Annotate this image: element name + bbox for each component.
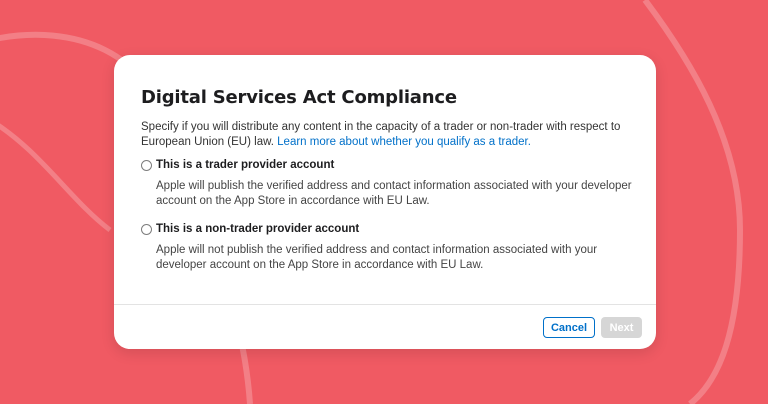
dialog-title: Digital Services Act Compliance xyxy=(141,87,457,108)
footer-divider xyxy=(114,304,656,305)
non-trader-option-description: Apple will not publish the verified addr… xyxy=(156,244,598,271)
dsa-compliance-dialog: Digital Services Act Compliance Specify … xyxy=(114,55,656,349)
trader-option-description: Apple will publish the verified address … xyxy=(156,180,632,207)
non-trader-radio-button[interactable] xyxy=(141,224,152,235)
learn-more-link[interactable]: Learn more about whether you qualify as … xyxy=(277,136,531,148)
next-button[interactable]: Next xyxy=(601,317,642,338)
non-trader-option-label[interactable]: This is a non-trader provider account xyxy=(156,223,359,235)
dialog-intro: Specify if you will distribute any conte… xyxy=(141,120,641,150)
cancel-button[interactable]: Cancel xyxy=(543,317,595,338)
trader-option-label[interactable]: This is a trader provider account xyxy=(156,159,334,171)
trader-radio-button[interactable] xyxy=(141,160,152,171)
